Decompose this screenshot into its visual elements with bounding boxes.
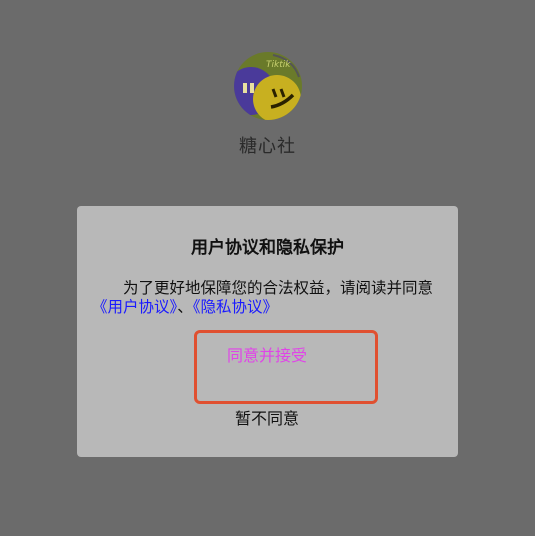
highlight-box — [194, 330, 378, 404]
privacy-agreement-link[interactable]: 《隐私协议》 — [193, 298, 278, 316]
app-screen: Tiktik 糖心社 用户协议和隐私保护 为了更好地保障您的合法权益，请阅读并同… — [0, 0, 535, 536]
dialog-title: 用户协议和隐私保护 — [191, 238, 344, 258]
link-separator: 、 — [177, 298, 193, 316]
agreement-dialog: 用户协议和隐私保护 为了更好地保障您的合法权益，请阅读并同意《用户协议》、《隐私… — [77, 206, 458, 457]
decline-button[interactable]: 暂不同意 — [187, 405, 347, 429]
dialog-message: 为了更好地保障您的合法权益，请阅读并同意《用户协议》、《隐私协议》 — [92, 279, 444, 317]
app-logo: Tiktik — [234, 52, 302, 120]
app-name: 糖心社 — [239, 136, 296, 157]
message-text: 为了更好地保障您的合法权益，请阅读并同意 — [123, 279, 434, 297]
user-agreement-link[interactable]: 《用户协议》 — [92, 298, 177, 316]
logo-text: Tiktik — [266, 60, 291, 70]
